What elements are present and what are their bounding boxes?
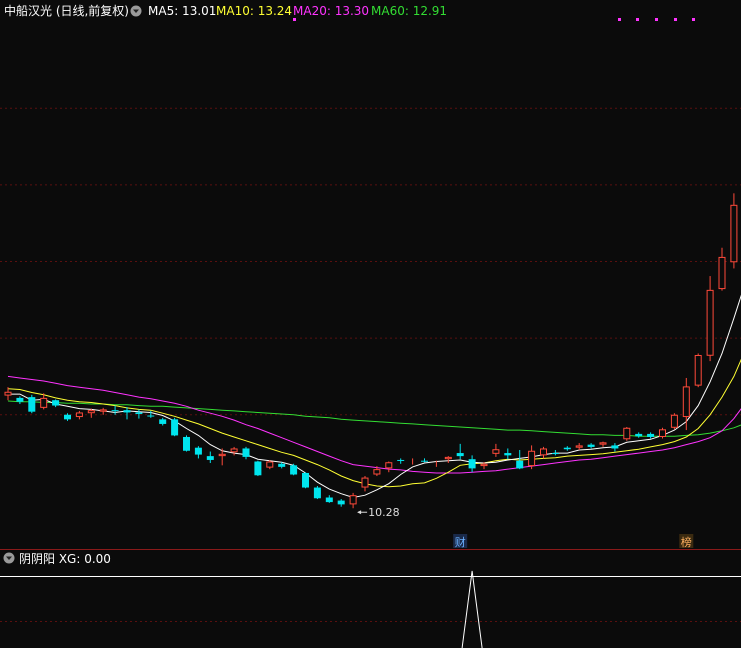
candle[interactable] bbox=[183, 435, 190, 452]
candle-body bbox=[647, 433, 655, 437]
candle-body bbox=[551, 453, 559, 455]
signal-dot bbox=[674, 18, 677, 21]
ma10-legend: MA10: 13.24 bbox=[216, 4, 292, 18]
ma60-legend: MA60: 12.91 bbox=[371, 4, 447, 18]
candle-body bbox=[528, 450, 536, 467]
candle[interactable] bbox=[623, 427, 631, 441]
low-price-label: 10.28 bbox=[368, 506, 400, 519]
signal-dot bbox=[618, 18, 621, 21]
chart-title: 中船汉光 (日线,前复权) bbox=[4, 3, 129, 18]
candle-body bbox=[611, 445, 619, 449]
candle[interactable] bbox=[290, 463, 298, 476]
candle-body bbox=[266, 461, 274, 468]
candle-body bbox=[385, 462, 393, 469]
candle-body bbox=[587, 444, 595, 447]
candle[interactable] bbox=[28, 394, 36, 414]
candle-body bbox=[278, 463, 286, 467]
candle-body bbox=[421, 460, 428, 462]
candle-body bbox=[147, 415, 155, 417]
candle-body bbox=[682, 386, 690, 418]
candle-body bbox=[706, 289, 714, 356]
candle-body bbox=[183, 436, 190, 451]
candle-body bbox=[313, 487, 321, 499]
candle-body bbox=[87, 410, 95, 414]
candle-body bbox=[28, 397, 36, 412]
finance-badge-label: 财 bbox=[455, 535, 466, 549]
candle-body bbox=[349, 495, 357, 505]
candle-body bbox=[730, 204, 738, 263]
candle-body bbox=[135, 412, 143, 414]
candle[interactable] bbox=[313, 486, 321, 500]
candle[interactable] bbox=[694, 353, 702, 388]
candle-body bbox=[540, 448, 547, 456]
candle-body bbox=[64, 414, 71, 420]
candle-body bbox=[444, 456, 452, 460]
candle-body bbox=[75, 412, 83, 418]
kline-chart[interactable]: 10.28 财 榜 中船汉光 (日线,前复权) MA5: 13.01 MA10: 1… bbox=[0, 0, 741, 648]
candle-body bbox=[635, 433, 643, 437]
candle-body bbox=[456, 453, 464, 457]
candle-body bbox=[194, 447, 202, 455]
candle-body bbox=[16, 397, 24, 402]
candle-body bbox=[171, 419, 179, 436]
ranking-badge-label: 榜 bbox=[681, 535, 692, 549]
candle[interactable] bbox=[254, 460, 262, 477]
candle-body bbox=[516, 460, 524, 469]
candle-body bbox=[718, 256, 726, 290]
candle[interactable] bbox=[670, 413, 678, 430]
signal-dot bbox=[636, 18, 639, 21]
candle-body bbox=[563, 447, 571, 450]
chart-background bbox=[0, 0, 741, 648]
candle-body bbox=[111, 410, 119, 412]
candle-body bbox=[4, 391, 12, 396]
candle-body bbox=[492, 449, 500, 454]
candle-body bbox=[52, 400, 60, 406]
indicator-label: 阴阴阳 XG: 0.00 bbox=[19, 552, 111, 566]
candle-body bbox=[659, 429, 666, 437]
candle-body bbox=[694, 354, 702, 386]
candle-body bbox=[159, 419, 167, 424]
candle-body bbox=[40, 397, 48, 408]
candle-body bbox=[99, 409, 107, 412]
candle-body bbox=[670, 414, 678, 428]
candle-body bbox=[361, 477, 369, 488]
candle-body bbox=[290, 465, 298, 475]
candle-body bbox=[218, 453, 226, 457]
candle-body bbox=[468, 459, 476, 469]
candle-body bbox=[242, 448, 250, 457]
signal-dot bbox=[655, 18, 658, 21]
candle[interactable] bbox=[302, 472, 309, 489]
candle-body bbox=[302, 472, 309, 488]
candle-body bbox=[480, 463, 488, 467]
candle-body bbox=[230, 448, 238, 453]
candle-body bbox=[123, 410, 131, 413]
candle-body bbox=[575, 445, 583, 448]
candle-body bbox=[599, 442, 607, 445]
candle-body bbox=[337, 500, 345, 505]
candle[interactable] bbox=[659, 427, 666, 439]
candle-body bbox=[254, 461, 262, 476]
signal-dot bbox=[692, 18, 695, 21]
ma5-legend: MA5: 13.01 bbox=[148, 4, 216, 18]
candle-body bbox=[623, 427, 631, 440]
signal-dot bbox=[293, 18, 296, 21]
candle-body bbox=[206, 456, 214, 460]
candle-body bbox=[325, 497, 333, 503]
candle-body bbox=[504, 453, 512, 456]
candle-body bbox=[373, 469, 381, 475]
ma20-legend: MA20: 13.30 bbox=[293, 4, 369, 18]
candle-body bbox=[397, 459, 405, 461]
candle[interactable] bbox=[171, 417, 179, 437]
